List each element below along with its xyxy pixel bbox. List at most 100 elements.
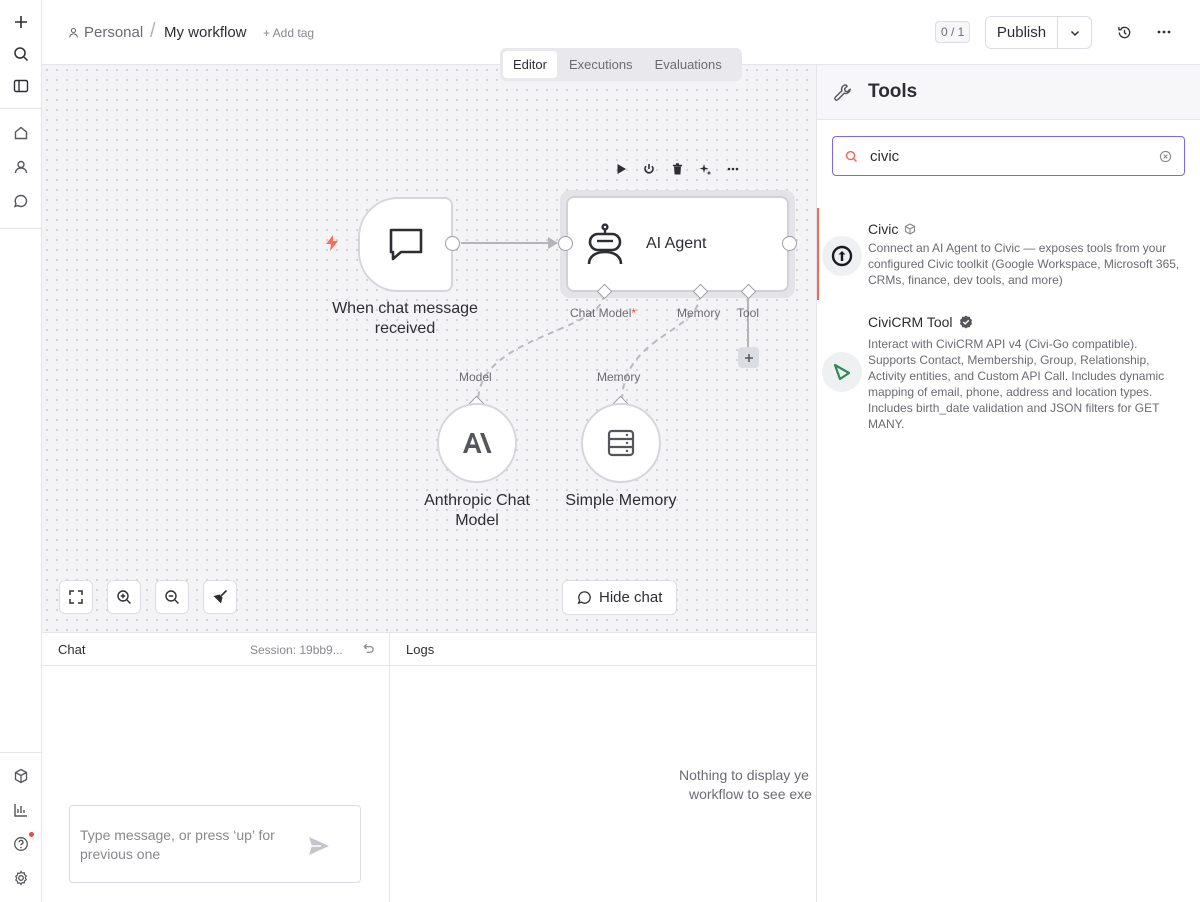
notification-dot	[29, 832, 34, 837]
simple-memory-node[interactable]	[581, 403, 661, 483]
active-indicator	[817, 208, 819, 300]
connection-lines	[461, 237, 749, 403]
chat-bubble-icon	[389, 228, 422, 260]
project-label: Personal	[84, 24, 144, 41]
zoom-out-button[interactable]	[155, 580, 189, 614]
fit-view-button[interactable]	[59, 580, 93, 614]
chat-bubble-icon	[577, 591, 591, 605]
add-tag-button[interactable]: + Add tag	[263, 26, 314, 40]
chat-pane-title: Chat	[58, 641, 86, 657]
settings-icon[interactable]	[10, 867, 32, 889]
required-mark: *	[631, 306, 637, 320]
rail-divider	[0, 108, 41, 109]
ai-agent-node[interactable]: AI Agent	[560, 190, 795, 298]
ai-agent-node-body: AI Agent	[566, 196, 789, 292]
tool-port-label: Tool	[737, 306, 760, 320]
bottom-panel: Chat Session: 19bb9... Type message, or …	[42, 632, 816, 902]
sidebar-toggle-icon[interactable]	[10, 75, 32, 97]
chart-icon[interactable]	[10, 799, 32, 821]
home-icon[interactable]	[10, 122, 32, 144]
reset-session-icon[interactable]	[362, 642, 375, 658]
tool-result-item[interactable]: CiviCRM Tool Interact with CiviCRM API v…	[817, 314, 1200, 434]
logs-pane: Logs Nothing to display ye workflow to s…	[390, 633, 816, 902]
broom-icon	[213, 589, 228, 604]
power-icon[interactable]	[640, 160, 658, 178]
chat-bubble-icon[interactable]	[10, 190, 32, 212]
tidy-up-button[interactable]	[203, 580, 237, 614]
memory-output-label: Memory	[597, 370, 641, 384]
node-toolbar	[612, 160, 742, 178]
tool-result-item[interactable]: Civic Connect an AI Agent to Civic — exp…	[817, 208, 1200, 300]
tab-editor[interactable]: Editor	[503, 51, 557, 78]
civicrm-name-text: CiviCRM Tool	[868, 314, 953, 330]
trigger-bolt-icon	[325, 235, 339, 254]
chevron-down-icon	[1070, 30, 1079, 36]
anthropic-model-node-label: Anthropic Chat Model	[424, 492, 530, 529]
tab-executions[interactable]: Executions	[559, 51, 643, 78]
chat-input-placeholder: Type message, or press ‘up’ for previous…	[80, 827, 275, 862]
tools-search-input[interactable]: civic	[832, 136, 1185, 176]
left-rail	[0, 0, 42, 902]
tool-result-description: Connect an AI Agent to Civic — exposes t…	[868, 241, 1180, 287]
plus-icon[interactable]	[10, 11, 32, 33]
chat-model-port-label: Chat Model*	[570, 306, 636, 320]
civic-icon	[822, 236, 862, 276]
session-id[interactable]: Session: 19bb9...	[250, 643, 343, 657]
agent-input-handle[interactable]	[558, 236, 573, 251]
tools-panel-title: Tools	[868, 81, 918, 102]
tab-evaluations[interactable]: Evaluations	[645, 51, 732, 78]
user-icon[interactable]	[10, 156, 32, 178]
publish-button[interactable]: Publish	[986, 17, 1058, 48]
tool-result-name: CiviCRM Tool	[868, 314, 973, 330]
search-icon[interactable]	[10, 43, 32, 65]
trigger-node[interactable]	[358, 197, 453, 292]
zoom-out-icon	[165, 590, 179, 604]
civic-name-text: Civic	[868, 221, 899, 237]
send-icon[interactable]	[308, 836, 330, 861]
hide-chat-label: Hide chat	[599, 589, 663, 606]
chat-pane: Chat Session: 19bb9... Type message, or …	[42, 633, 390, 902]
tools-panel: Tools civic Civic Connect an AI Agent to…	[816, 65, 1200, 902]
add-tool-button[interactable]	[738, 347, 759, 368]
trigger-node-label: When chat message received	[332, 300, 478, 337]
logs-pane-header: Logs	[390, 633, 816, 666]
trigger-output-handle[interactable]	[445, 236, 460, 251]
play-icon[interactable]	[612, 160, 630, 178]
zoom-in-icon	[117, 590, 131, 604]
agent-output-handle[interactable]	[782, 236, 797, 251]
tool-result-name: Civic	[868, 221, 916, 237]
sparkle-icon[interactable]	[696, 160, 714, 178]
breadcrumb-separator: /	[150, 20, 156, 42]
workflow-name[interactable]: My workflow	[164, 24, 247, 41]
breadcrumb-project[interactable]: Personal	[68, 24, 143, 41]
database-icon	[607, 429, 635, 457]
memory-port-label: Memory	[677, 306, 721, 320]
view-tabs: Editor Executions Evaluations	[500, 48, 742, 81]
hide-chat-button[interactable]: Hide chat	[562, 580, 678, 615]
history-icon[interactable]	[1114, 22, 1134, 42]
workflow-canvas[interactable]: When chat message received AI Agent Chat…	[42, 65, 816, 632]
more-icon[interactable]	[724, 160, 742, 178]
model-port-label: Model	[459, 370, 492, 384]
anthropic-model-node[interactable]	[437, 403, 517, 483]
tools-panel-header: Tools	[817, 65, 1200, 120]
chat-message-input[interactable]: Type message, or press ‘up’ for previous…	[69, 805, 361, 883]
rail-divider	[0, 752, 41, 753]
publish-menu-button[interactable]	[1058, 17, 1091, 48]
wrench-icon	[834, 83, 851, 101]
clear-search-icon[interactable]	[1159, 150, 1172, 163]
trash-icon[interactable]	[668, 160, 686, 178]
package-icon	[905, 223, 916, 235]
help-icon[interactable]	[10, 833, 32, 855]
fit-view-icon	[69, 590, 83, 604]
publish-split-button: Publish	[985, 16, 1092, 49]
plus-icon	[744, 353, 753, 362]
zoom-in-button[interactable]	[107, 580, 141, 614]
civicrm-icon	[822, 352, 862, 392]
ai-agent-node-label: AI Agent	[646, 235, 707, 252]
active-counter-badge: 0 / 1	[935, 21, 971, 43]
more-icon[interactable]	[1154, 22, 1174, 42]
search-icon	[845, 150, 857, 162]
chat-model-port-text: Chat Model	[570, 306, 632, 320]
cube-icon[interactable]	[10, 765, 32, 787]
